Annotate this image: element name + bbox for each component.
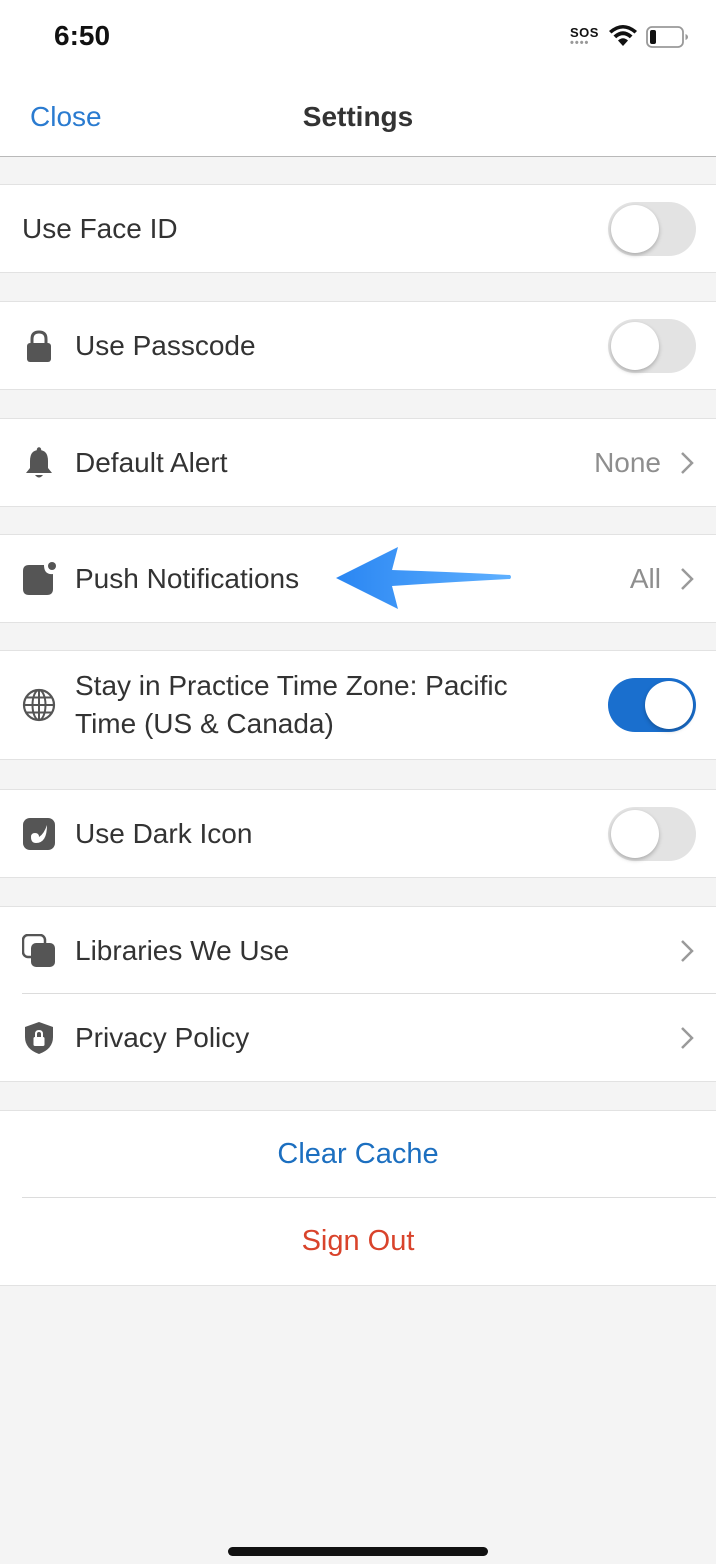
section-face-id: Use Face ID	[0, 184, 716, 273]
page-title: Settings	[302, 101, 414, 132]
row-passcode: Use Passcode	[0, 302, 716, 389]
toggle-knob	[611, 321, 659, 370]
row-time-zone: Stay in Practice Time Zone: Pacific Time…	[0, 651, 716, 759]
face-id-toggle[interactable]	[608, 201, 696, 256]
section-dark-icon: Use Dark Icon	[0, 789, 716, 878]
dark-icon-label: Use Dark Icon	[75, 817, 253, 849]
chevron-right-icon	[681, 1026, 694, 1049]
libraries-label: Libraries We Use	[75, 934, 290, 966]
navigation-bar: Close Settings	[0, 76, 716, 157]
push-notifications-label: Push Notifications	[75, 562, 300, 594]
app-icon	[23, 817, 55, 850]
passcode-toggle[interactable]	[608, 318, 696, 373]
sos-indicator: SOS ••••	[570, 26, 599, 49]
chevron-right-icon	[681, 567, 694, 590]
row-libraries[interactable]: Libraries We Use	[0, 907, 716, 994]
clear-cache-button[interactable]: Clear Cache	[0, 1111, 716, 1198]
stacked-squares-icon	[22, 933, 55, 967]
sign-out-button[interactable]: Sign Out	[0, 1198, 716, 1285]
chevron-right-icon	[681, 451, 694, 474]
toggle-knob	[611, 204, 659, 253]
row-face-id: Use Face ID	[0, 185, 716, 272]
wifi-icon	[609, 25, 637, 46]
globe-icon	[22, 688, 56, 722]
signal-dots-icon: ••••	[570, 37, 590, 49]
default-alert-label: Default Alert	[75, 446, 228, 478]
annotation-arrow-icon	[336, 547, 511, 609]
push-notifications-value: All	[629, 562, 661, 594]
time-zone-toggle[interactable]	[608, 678, 696, 732]
time-zone-label: Stay in Practice Time Zone: Pacific Time…	[75, 670, 508, 739]
section-about: Libraries We Use Privacy Policy	[0, 906, 716, 1082]
privacy-policy-label: Privacy Policy	[75, 1021, 250, 1053]
section-time-zone: Stay in Practice Time Zone: Pacific Time…	[0, 650, 716, 760]
lock-icon	[27, 329, 51, 362]
status-time: 6:50	[54, 20, 111, 51]
row-privacy-policy[interactable]: Privacy Policy	[0, 994, 716, 1081]
section-actions: Clear Cache Sign Out	[0, 1110, 716, 1286]
bell-icon	[26, 446, 52, 477]
shield-lock-icon	[25, 1021, 53, 1054]
passcode-label: Use Passcode	[75, 329, 256, 361]
chevron-right-icon	[681, 939, 694, 962]
notification-badge-icon	[23, 561, 56, 595]
status-bar: 6:50 SOS ••••	[0, 0, 716, 76]
section-default-alert: Default Alert None	[0, 418, 716, 507]
toggle-knob	[611, 809, 659, 858]
section-passcode: Use Passcode	[0, 301, 716, 390]
battery-icon	[646, 26, 688, 48]
row-default-alert[interactable]: Default Alert None	[0, 419, 716, 506]
dark-icon-toggle[interactable]	[608, 806, 696, 861]
home-indicator	[228, 1547, 488, 1556]
toggle-knob	[645, 681, 693, 729]
default-alert-value: None	[594, 446, 661, 478]
row-dark-icon: Use Dark Icon	[0, 790, 716, 877]
face-id-label: Use Face ID	[22, 212, 178, 244]
